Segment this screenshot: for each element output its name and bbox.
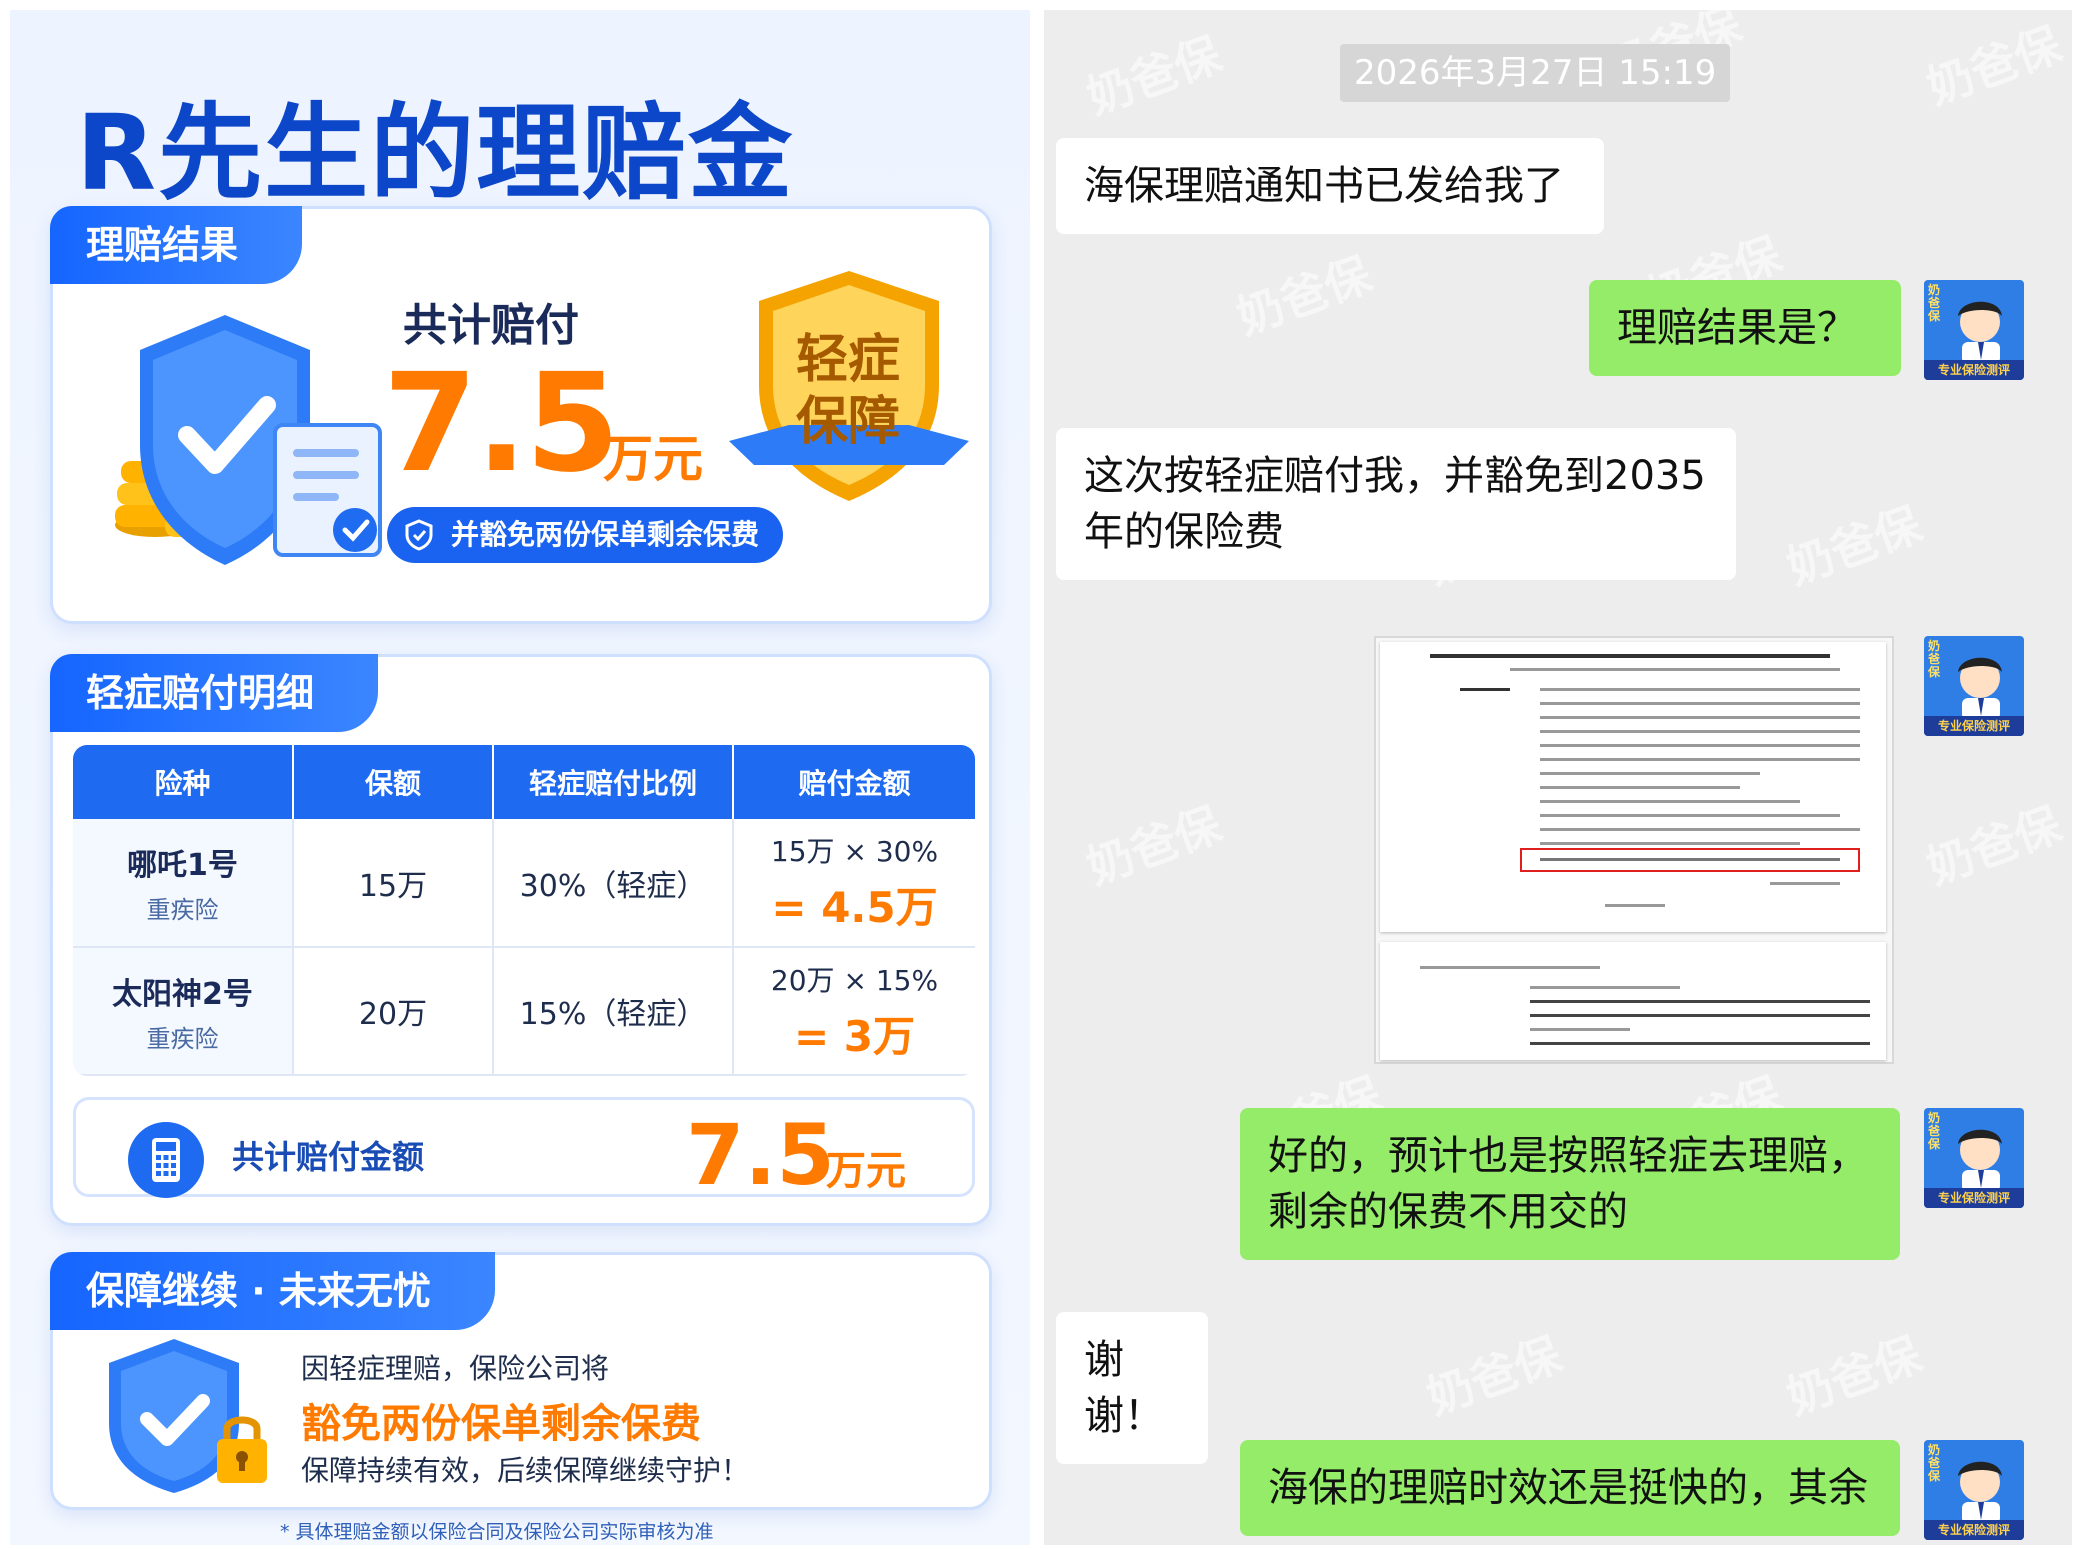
claim-detail-table: 险种 保额 轻症赔付比例 赔付金额 哪吒1号 重疾险 15万 30%（轻症） 1… xyxy=(73,745,975,1076)
page-title: R先生的理赔金 xyxy=(76,92,795,214)
total-unit: 万元 xyxy=(826,1148,906,1194)
avatar-ribbon: 专业保险测评 xyxy=(1924,1188,2024,1208)
claim-result-tab: 理赔结果 xyxy=(50,206,303,284)
avatar-label: 奶爸保 xyxy=(1928,1443,1941,1483)
message-line: 这次按轻症赔付我，并豁免到2035 xyxy=(1084,453,1706,499)
watermark: 奶爸保 xyxy=(1229,246,1379,345)
table-row: 哪吒1号 重疾险 15万 30%（轻症） 15万 × 30% = 4.5万 xyxy=(73,819,975,948)
amount-cell: 15万 xyxy=(293,819,494,948)
col-header-ratio: 轻症赔付比例 xyxy=(493,745,734,819)
claim-infographic: R先生的理赔金 理赔结果 共计赔付 7.5 万元 并豁免两份保单剩余保费 轻症 … xyxy=(10,10,1030,1545)
watermark: 奶爸保 xyxy=(1079,26,1229,125)
footnote: * 具体理赔金额以保险合同及保险公司实际审核为准 xyxy=(280,1521,714,1543)
paid-label: 共计赔付 xyxy=(403,300,579,351)
chat-message-outgoing[interactable]: 海保的理赔时效还是挺快的，其余 xyxy=(1240,1440,1900,1536)
payout-calc: 20万 × 15% xyxy=(770,963,939,997)
plan-type: 重疾险 xyxy=(146,1024,219,1053)
total-label: 共计赔付金额 xyxy=(232,1138,425,1176)
amount-cell: 20万 xyxy=(293,947,494,1076)
watermark: 奶爸保 xyxy=(1779,496,1929,595)
claim-detail-card: 轻症赔付明细 险种 保额 轻症赔付比例 赔付金额 哪吒1号 重疾险 15万 30… xyxy=(50,654,992,1226)
claim-result-card: 理赔结果 共计赔付 7.5 万元 并豁免两份保单剩余保费 轻症 保障 xyxy=(50,206,992,624)
shield-lock-icon xyxy=(109,1339,267,1493)
waive-badge: 并豁免两份保单剩余保费 xyxy=(387,507,784,563)
waive-text: 并豁免两份保单剩余保费 xyxy=(451,518,760,551)
col-header-payout: 赔付金额 xyxy=(733,745,975,819)
col-header-plan: 险种 xyxy=(73,745,294,819)
watermark: 奶爸保 xyxy=(1419,1326,1569,1425)
shield-icon xyxy=(405,519,433,551)
watermark: 奶爸保 xyxy=(1079,796,1229,895)
plan-name: 哪吒1号 xyxy=(127,848,238,883)
total-amount: 7.5 xyxy=(686,1106,835,1204)
badge-line2: 保障 xyxy=(795,392,900,452)
paid-amount: 7.5 xyxy=(383,345,620,503)
payout-result: = 4.5万 xyxy=(771,883,938,932)
watermark: 奶爸保 xyxy=(1919,16,2069,115)
ratio-cell: 15%（轻症） xyxy=(493,947,734,1076)
calculator-icon xyxy=(128,1122,204,1198)
plan-cell: 哪吒1号 重疾险 xyxy=(73,819,294,948)
shield-check-icon xyxy=(115,315,382,565)
chat-message-outgoing[interactable]: 理赔结果是？ xyxy=(1589,280,1901,376)
coverage-continue-card: 保障继续 · 未来无忧 因轻症理赔，保险公司将 豁免两份保单剩余保费 保障持续有… xyxy=(50,1252,992,1510)
claim-detail-tab: 轻症赔付明细 xyxy=(50,654,379,732)
watermark: 奶爸保 xyxy=(1919,796,2069,895)
document-page xyxy=(1380,642,1886,932)
avatar-label: 奶爸保 xyxy=(1928,283,1941,323)
avatar-ribbon: 专业保险测评 xyxy=(1924,1520,2024,1540)
chat-message-incoming[interactable]: 海保理赔通知书已发给我了 xyxy=(1056,138,1604,234)
paid-unit: 万元 xyxy=(603,430,703,488)
plan-name: 太阳神2号 xyxy=(112,976,253,1012)
waive-reason-text: 因轻症理赔，保险公司将 xyxy=(301,1352,610,1385)
avatar-ribbon: 专业保险测评 xyxy=(1924,716,2024,736)
col-header-amount: 保额 xyxy=(293,745,494,819)
payout-cell: 15万 × 30% = 4.5万 xyxy=(733,819,975,948)
document-page xyxy=(1380,942,1886,1060)
payout-result: = 3万 xyxy=(793,1011,916,1061)
table-row: 太阳神2号 重疾险 20万 15%（轻症） 20万 × 15% = 3万 xyxy=(73,947,975,1076)
chat-message-incoming[interactable]: 谢谢！ xyxy=(1056,1312,1208,1464)
plan-cell: 太阳神2号 重疾险 xyxy=(73,947,294,1076)
message-line: 剩余的保费不用交的 xyxy=(1268,1189,1628,1235)
message-line: 好的，预计也是按照轻症去理赔， xyxy=(1268,1133,1868,1179)
chat-message-incoming[interactable]: 这次按轻症赔付我，并豁免到2035 年的保险费 xyxy=(1056,428,1736,580)
ratio-cell: 30%（轻症） xyxy=(493,819,734,948)
avatar[interactable]: 奶爸保 专业保险测评 xyxy=(1924,1108,2024,1208)
badge-line1: 轻症 xyxy=(795,330,900,390)
payout-calc: 15万 × 30% xyxy=(770,835,939,868)
waive-highlight-text: 豁免两份保单剩余保费 xyxy=(301,1401,701,1447)
message-line: 年的保险费 xyxy=(1084,509,1284,555)
avatar[interactable]: 奶爸保 专业保险测评 xyxy=(1924,636,2024,736)
claim-notice-image[interactable] xyxy=(1374,636,1894,1064)
avatar[interactable]: 奶爸保 专业保险测评 xyxy=(1924,1440,2024,1540)
avatar[interactable]: 奶爸保 专业保险测评 xyxy=(1924,280,2024,380)
avatar-label: 奶爸保 xyxy=(1928,639,1941,679)
chat-screenshot: 奶爸保 奶爸保 奶爸保 奶爸保 奶爸保 奶爸保 奶爸保 奶爸保 奶爸保 奶爸保 … xyxy=(1044,10,2072,1545)
coverage-continue-tab: 保障继续 · 未来无忧 xyxy=(50,1252,495,1330)
avatar-label: 奶爸保 xyxy=(1928,1111,1941,1151)
watermark: 奶爸保 xyxy=(1779,1326,1929,1425)
plan-type: 重疾险 xyxy=(146,896,219,924)
chat-message-outgoing[interactable]: 好的，预计也是按照轻症去理赔， 剩余的保费不用交的 xyxy=(1240,1108,1900,1260)
payout-cell: 20万 × 15% = 3万 xyxy=(733,947,975,1076)
coverage-continue-text: 保障持续有效，后续保障继续守护！ xyxy=(301,1454,750,1487)
total-payout-row: 共计赔付金额 7.5 万元 xyxy=(73,1097,975,1204)
chat-timestamp: 2026年3月27日 15:19 xyxy=(1340,44,1731,102)
light-illness-badge: 轻症 保障 xyxy=(788,329,908,453)
avatar-ribbon: 专业保险测评 xyxy=(1924,360,2024,380)
